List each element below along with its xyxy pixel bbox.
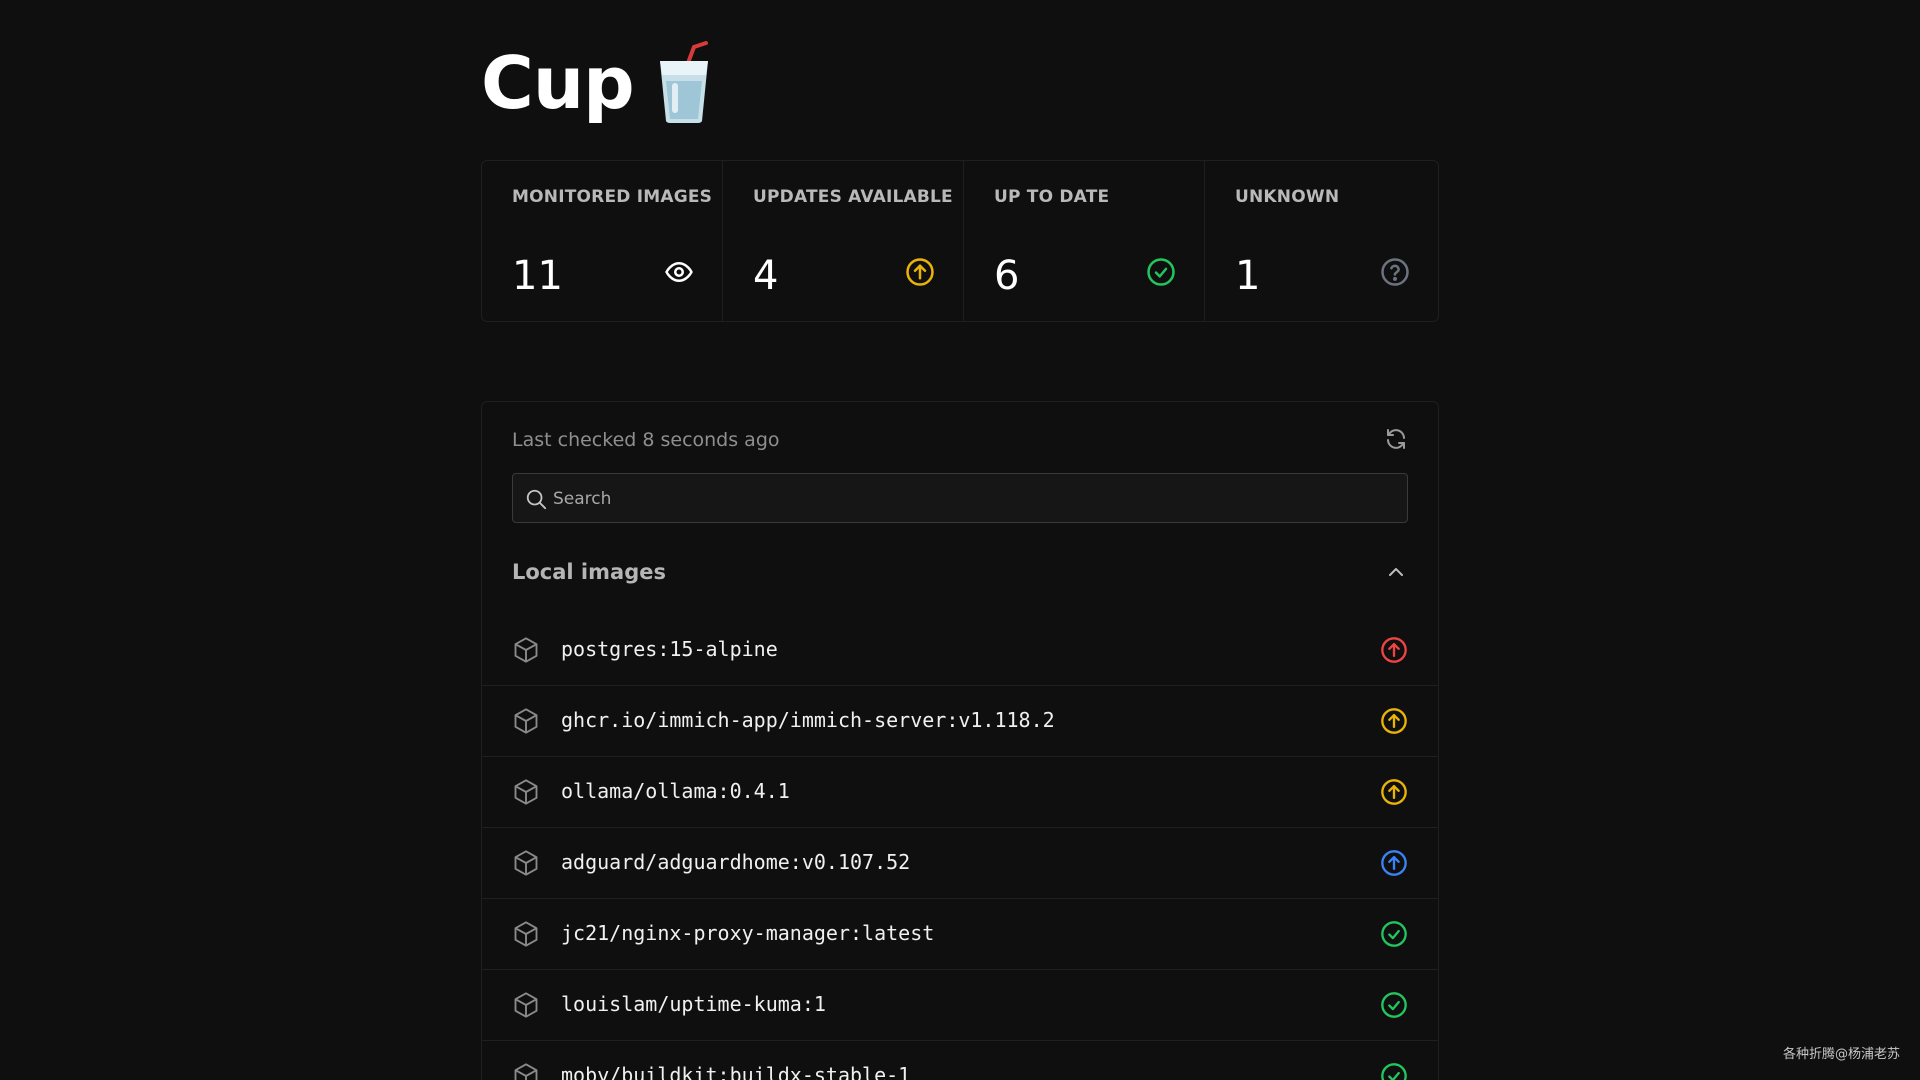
app-title-text: Cup: [481, 41, 635, 125]
check-circle-icon: [1381, 1063, 1407, 1080]
image-row[interactable]: postgres:15-alpine: [482, 615, 1438, 686]
check-circle-icon: [1381, 992, 1407, 1018]
search-icon: [526, 489, 547, 510]
package-icon: [514, 921, 538, 947]
package-icon: [514, 850, 538, 876]
package-icon: [514, 637, 538, 663]
stat-unknown: UNKNOWN 1: [1205, 161, 1438, 321]
image-row[interactable]: moby/buildkit:buildx-stable-1: [482, 1041, 1438, 1080]
image-row[interactable]: ghcr.io/immich-app/immich-server:v1.118.…: [482, 686, 1438, 757]
stat-up-to-date: UP TO DATE 6: [964, 161, 1205, 321]
arrow-up-circle-icon: [1381, 850, 1407, 876]
stat-value: 4: [753, 253, 779, 299]
image-name: ghcr.io/immich-app/immich-server:v1.118.…: [561, 708, 1055, 732]
images-panel: Last checked 8 seconds ago Local images: [481, 401, 1439, 1080]
watermark: 各种折腾@杨浦老苏: [1782, 1047, 1900, 1062]
app-title: Cup: [481, 38, 714, 128]
package-icon: [514, 1063, 538, 1080]
arrow-up-circle-icon: [1381, 637, 1407, 663]
check-circle-icon: [1147, 258, 1175, 286]
check-circle-icon: [1381, 921, 1407, 947]
image-list: postgres:15-alpine ghcr.io/immich-app/im…: [482, 615, 1438, 1080]
stat-monitored-images: MONITORED IMAGES 11: [482, 161, 723, 321]
package-icon: [514, 992, 538, 1018]
stat-value: 6: [994, 253, 1020, 299]
section-title-local-images: Local images: [512, 560, 666, 584]
refresh-icon[interactable]: [1384, 427, 1408, 451]
cup-icon: [659, 41, 708, 123]
stat-updates-available: UPDATES AVAILABLE 4: [723, 161, 964, 321]
stat-value: 11: [512, 253, 563, 299]
stat-label: UP TO DATE: [994, 187, 1110, 207]
image-name: ollama/ollama:0.4.1: [561, 779, 790, 803]
package-icon: [514, 708, 538, 734]
image-name: moby/buildkit:buildx-stable-1: [561, 1063, 911, 1080]
image-row[interactable]: jc21/nginx-proxy-manager:latest: [482, 899, 1438, 970]
image-name: louislam/uptime-kuma:1: [561, 992, 826, 1016]
arrow-up-circle-icon: [1381, 708, 1407, 734]
arrow-up-circle-icon: [1381, 779, 1407, 805]
search-box: [512, 473, 1408, 524]
image-name: postgres:15-alpine: [561, 637, 778, 661]
chevron-up-icon[interactable]: [1384, 560, 1408, 584]
last-checked-text: Last checked 8 seconds ago: [512, 429, 780, 451]
stat-label: UNKNOWN: [1235, 187, 1340, 207]
image-name: adguard/adguardhome:v0.107.52: [561, 850, 911, 874]
stats-panel: MONITORED IMAGES 11 UPDATES AVAILABLE 4 …: [481, 160, 1439, 322]
question-circle-icon: [1381, 258, 1409, 286]
page: Cup MONITORED IMAGES 11 UPDATES AVAILABL…: [0, 0, 1920, 1080]
stat-value: 1: [1235, 253, 1261, 299]
image-row[interactable]: louislam/uptime-kuma:1: [482, 970, 1438, 1041]
stat-label: UPDATES AVAILABLE: [753, 187, 953, 207]
arrow-up-circle-icon: [906, 258, 934, 286]
eye-icon: [665, 262, 693, 282]
image-name: jc21/nginx-proxy-manager:latest: [561, 921, 935, 945]
search-input[interactable]: [551, 474, 1395, 524]
image-row[interactable]: adguard/adguardhome:v0.107.52: [482, 828, 1438, 899]
stat-label: MONITORED IMAGES: [512, 187, 713, 207]
image-row[interactable]: ollama/ollama:0.4.1: [482, 757, 1438, 828]
package-icon: [514, 779, 538, 805]
